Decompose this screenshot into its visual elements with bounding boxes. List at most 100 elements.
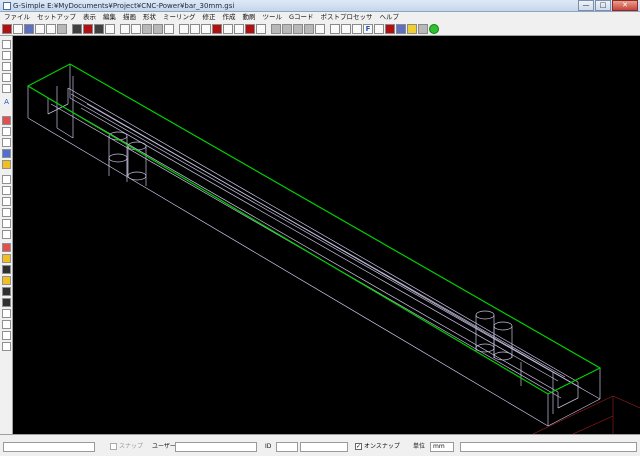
- line-icon[interactable]: [2, 40, 11, 49]
- explode-icon[interactable]: [2, 265, 11, 274]
- menu-tools[interactable]: ツール: [263, 12, 283, 23]
- move-icon[interactable]: [2, 186, 11, 195]
- copy-icon[interactable]: [2, 197, 11, 206]
- properties-icon[interactable]: [418, 24, 428, 34]
- dimension-icon[interactable]: [282, 24, 292, 34]
- inspect-icon[interactable]: [2, 309, 11, 318]
- fillet-icon[interactable]: [2, 149, 11, 158]
- save-icon[interactable]: [24, 24, 34, 34]
- extend-icon[interactable]: [2, 138, 11, 147]
- scale-icon[interactable]: [2, 230, 11, 239]
- zoom-out-icon[interactable]: [153, 24, 163, 34]
- info-field: [300, 442, 348, 452]
- simulate-icon[interactable]: [374, 24, 384, 34]
- arc-icon[interactable]: [2, 62, 11, 71]
- menu-draw[interactable]: 描画: [123, 12, 136, 23]
- message-field: [460, 442, 637, 452]
- grid-icon[interactable]: [105, 24, 115, 34]
- user-label: ユーザー: [152, 443, 176, 450]
- menu-create[interactable]: 作成: [223, 12, 236, 23]
- menu-file[interactable]: ファイル: [4, 12, 30, 23]
- hole-icon[interactable]: [2, 342, 11, 351]
- id-field[interactable]: [276, 442, 298, 452]
- record-icon[interactable]: [385, 24, 395, 34]
- shade-icon[interactable]: [256, 24, 266, 34]
- pan-icon[interactable]: [164, 24, 174, 34]
- settings-icon[interactable]: [396, 24, 406, 34]
- join-icon[interactable]: [2, 276, 11, 285]
- cut-icon[interactable]: [57, 24, 67, 34]
- rectangle-icon[interactable]: [2, 84, 11, 93]
- highlight-icon[interactable]: [407, 24, 417, 34]
- cross-icon[interactable]: [2, 175, 11, 184]
- check-icon[interactable]: [2, 287, 11, 296]
- user-field[interactable]: [175, 442, 257, 452]
- menu-postprocessor[interactable]: ポストプロセッサ: [321, 12, 373, 23]
- render-icon[interactable]: [94, 24, 104, 34]
- open-icon[interactable]: [35, 24, 45, 34]
- tool-icon[interactable]: [352, 24, 362, 34]
- maximize-button[interactable]: □: [595, 0, 611, 11]
- zoom-window-icon[interactable]: [120, 24, 130, 34]
- polyline-icon[interactable]: [2, 51, 11, 60]
- snap-label: スナップ: [119, 443, 144, 450]
- feed-icon[interactable]: F: [363, 24, 373, 34]
- new-file-icon[interactable]: [13, 24, 23, 34]
- cad-viewport[interactable]: [13, 36, 640, 434]
- wireframe-drawing: [26, 63, 640, 434]
- zoom-icon[interactable]: [2, 320, 11, 329]
- chamfer-icon[interactable]: [2, 160, 11, 169]
- hole-right: [475, 310, 513, 361]
- offset-icon[interactable]: [2, 243, 11, 252]
- view-top-icon[interactable]: [179, 24, 189, 34]
- array-icon[interactable]: [2, 254, 11, 263]
- menu-setup[interactable]: セットアップ: [37, 12, 76, 23]
- trim-icon[interactable]: [2, 127, 11, 136]
- text-icon[interactable]: [293, 24, 303, 34]
- menu-modify[interactable]: 修正: [203, 12, 216, 23]
- mirror-icon[interactable]: [2, 219, 11, 228]
- toolpath-icon[interactable]: [315, 24, 325, 34]
- text-tool-icon[interactable]: A: [2, 99, 11, 108]
- menu-edit[interactable]: 編集: [103, 12, 116, 23]
- layer-icon[interactable]: [72, 24, 82, 34]
- measure-distance-icon[interactable]: [2, 331, 11, 340]
- wire-icon[interactable]: [245, 24, 255, 34]
- rotate-icon[interactable]: [2, 208, 11, 217]
- zoom-in-icon[interactable]: [142, 24, 152, 34]
- zoom-all-icon[interactable]: [131, 24, 141, 34]
- view-reset-icon[interactable]: [234, 24, 244, 34]
- bar-solid: [27, 64, 601, 427]
- coordinate-field: [3, 442, 95, 452]
- unit-field[interactable]: mm: [430, 442, 454, 452]
- view-front-icon[interactable]: [190, 24, 200, 34]
- redo-icon[interactable]: [341, 24, 351, 34]
- menu-shape[interactable]: 形状: [143, 12, 156, 23]
- window-controls: — □ ✕: [577, 0, 638, 11]
- circle-icon[interactable]: [2, 73, 11, 82]
- snap-checkbox[interactable]: [110, 443, 117, 450]
- menu-milling[interactable]: ミーリング: [163, 12, 196, 23]
- menu-animate[interactable]: 動刷: [243, 12, 256, 23]
- view-iso-icon[interactable]: [212, 24, 222, 34]
- view-rotate-icon[interactable]: [223, 24, 233, 34]
- close-button[interactable]: ✕: [612, 0, 638, 11]
- stop-icon[interactable]: [2, 24, 12, 34]
- color-icon[interactable]: [83, 24, 93, 34]
- hatch-icon[interactable]: [304, 24, 314, 34]
- region-icon[interactable]: [2, 298, 11, 307]
- window-title: G-Simple E:¥MyDocuments¥Project¥CNC-Powe…: [13, 2, 235, 10]
- selected-outline: [26, 63, 602, 395]
- undo-icon[interactable]: [330, 24, 340, 34]
- minimize-button[interactable]: —: [578, 0, 594, 11]
- osnap-label: オンスナップ: [364, 443, 400, 450]
- print-icon[interactable]: [46, 24, 56, 34]
- run-icon[interactable]: [429, 24, 439, 34]
- erase-icon[interactable]: [2, 116, 11, 125]
- menu-help[interactable]: ヘルプ: [380, 12, 400, 23]
- menu-gcode[interactable]: Gコード: [289, 12, 314, 23]
- osnap-checkbox[interactable]: ✓: [355, 443, 362, 450]
- view-side-icon[interactable]: [201, 24, 211, 34]
- menu-view[interactable]: 表示: [83, 12, 96, 23]
- measure-icon[interactable]: [271, 24, 281, 34]
